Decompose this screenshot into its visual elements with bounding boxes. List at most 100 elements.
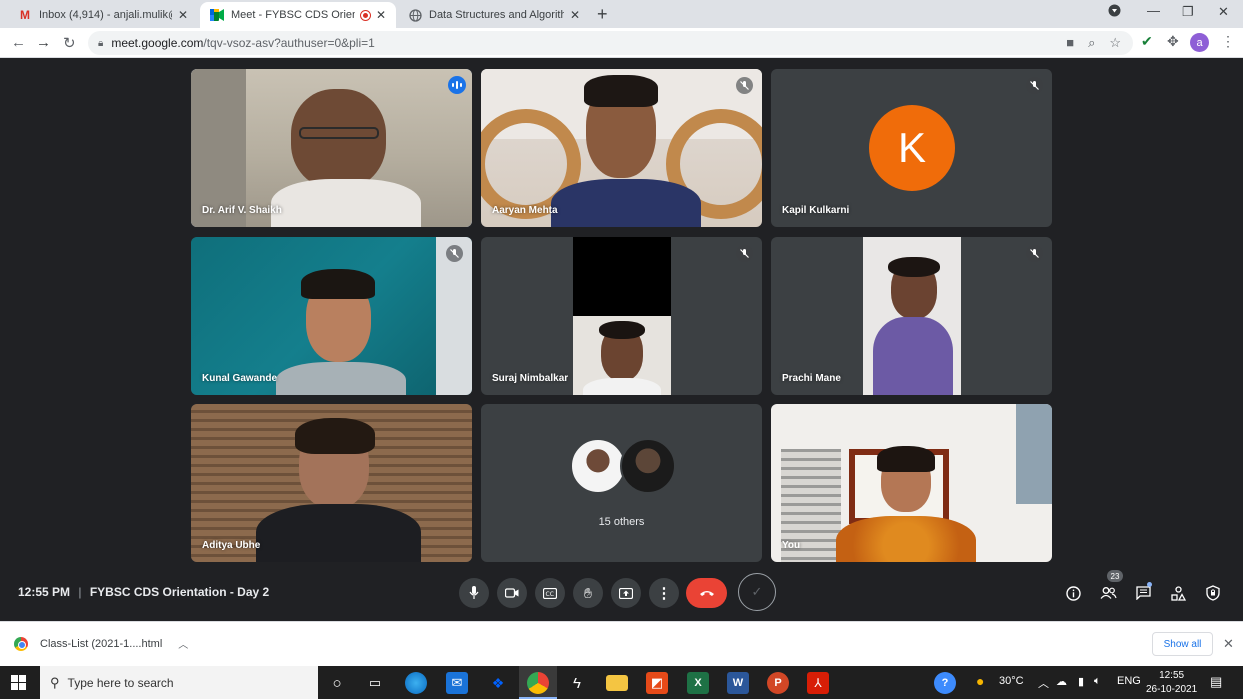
language-indicator[interactable]: ENG bbox=[1117, 675, 1141, 687]
participant-tile[interactable]: Aditya Ubhe bbox=[191, 404, 472, 562]
zoom-icon[interactable]: ⌕ bbox=[1088, 35, 1095, 51]
self-tile[interactable]: You bbox=[771, 404, 1052, 562]
participant-name: Aaryan Mehta bbox=[492, 205, 558, 216]
microphone-tray-icon[interactable]: ▮ bbox=[1078, 675, 1084, 688]
speaker-icon[interactable]: 🔈︎ bbox=[1094, 675, 1101, 688]
show-all-button[interactable]: Show all bbox=[1152, 632, 1213, 656]
windows-start-icon[interactable] bbox=[11, 675, 26, 690]
tab-gmail[interactable]: M Inbox (4,914) - anjali.mulik@sury ✕ bbox=[8, 2, 198, 28]
office-icon[interactable]: ◩ bbox=[646, 672, 668, 694]
weather-temperature[interactable]: 30°C bbox=[999, 675, 1024, 687]
microphone-button[interactable] bbox=[459, 578, 489, 608]
weather-sun-icon[interactable]: ● bbox=[976, 673, 984, 689]
more-options-button[interactable]: ⋮ bbox=[649, 578, 679, 608]
profile-avatar[interactable]: a bbox=[1190, 33, 1209, 52]
camera-icon bbox=[505, 588, 519, 598]
lock-icon: 🔒︎ bbox=[98, 37, 104, 49]
mic-off-icon bbox=[736, 77, 753, 94]
captions-button[interactable]: CC bbox=[535, 578, 565, 608]
tab-search-icon[interactable] bbox=[1108, 4, 1121, 20]
powerpoint-icon[interactable]: P bbox=[767, 672, 789, 694]
participant-tile[interactable]: Aaryan Mehta bbox=[481, 69, 762, 227]
participant-tile[interactable]: Suraj Nimbalkar bbox=[481, 237, 762, 395]
end-call-icon bbox=[699, 591, 714, 596]
chevron-up-icon[interactable]: ︿ bbox=[178, 636, 188, 651]
close-icon[interactable]: ✕ bbox=[376, 8, 386, 22]
close-icon[interactable]: ✕ bbox=[570, 8, 580, 22]
svg-text:CC: CC bbox=[546, 591, 554, 598]
camera-icon[interactable]: ■ bbox=[1066, 35, 1074, 51]
reload-icon[interactable]: ↻ bbox=[63, 34, 76, 52]
participant-tile[interactable]: Prachi Mane bbox=[771, 237, 1052, 395]
meeting-details-button[interactable] bbox=[1062, 582, 1084, 604]
participant-tile[interactable]: K Kapil Kulkarni bbox=[771, 69, 1052, 227]
meeting-info: 12:55 PM | FYBSC CDS Orientation - Day 2 bbox=[18, 585, 269, 599]
microphone-icon bbox=[469, 586, 479, 599]
tab-meet[interactable]: Meet - FYBSC CDS Orientatio ✕ bbox=[200, 2, 396, 28]
excel-icon[interactable]: X bbox=[687, 672, 709, 694]
video-feed bbox=[771, 404, 1052, 562]
more-vert-icon: ⋮ bbox=[656, 585, 672, 602]
camera-button[interactable] bbox=[497, 578, 527, 608]
word-icon[interactable]: W bbox=[727, 672, 749, 694]
notifications-icon[interactable]: ▤ bbox=[1210, 674, 1222, 690]
cortana-icon[interactable]: ○ bbox=[326, 672, 348, 694]
close-icon[interactable]: ✕ bbox=[178, 8, 188, 22]
tab-strip: M Inbox (4,914) - anjali.mulik@sury ✕ Me… bbox=[0, 0, 1243, 28]
checkmark-extension-icon[interactable]: ✔ bbox=[1141, 33, 1153, 50]
download-item[interactable]: Class-List (2021-1....html ︿ bbox=[14, 636, 188, 651]
meet-icon bbox=[210, 8, 224, 22]
bookmark-star-icon[interactable]: ☆ bbox=[1109, 35, 1121, 51]
extensions-puzzle-icon[interactable]: ✥ bbox=[1167, 33, 1179, 50]
video-feed bbox=[481, 69, 762, 227]
search-icon: ⚲ bbox=[50, 674, 60, 690]
participant-tile[interactable]: Kunal Gawande bbox=[191, 237, 472, 395]
others-count-label: 15 others bbox=[598, 516, 645, 528]
task-view-icon[interactable]: ▭ bbox=[364, 672, 386, 694]
participant-name: Kunal Gawande bbox=[202, 373, 278, 384]
mic-off-icon bbox=[736, 245, 753, 262]
chrome-file-icon bbox=[14, 636, 28, 651]
back-icon[interactable]: ← bbox=[11, 34, 26, 51]
people-button[interactable] bbox=[1097, 582, 1119, 604]
edge-icon[interactable] bbox=[405, 672, 427, 694]
leave-call-button[interactable] bbox=[686, 578, 727, 608]
url-host: meet.google.com bbox=[111, 36, 204, 50]
system-clock[interactable]: 12:55 26-10-2021 bbox=[1146, 669, 1197, 697]
activities-shapes-icon bbox=[1170, 585, 1186, 601]
gmail-icon: M bbox=[20, 8, 30, 22]
file-explorer-icon[interactable] bbox=[606, 675, 628, 691]
others-tile[interactable]: 15 others bbox=[481, 404, 762, 562]
url-field[interactable]: 🔒︎ meet.google.com /tqv-vsoz-asv?authuse… bbox=[88, 31, 1133, 55]
mail-icon[interactable]: ✉ bbox=[446, 672, 468, 694]
participant-name: You bbox=[782, 540, 801, 551]
help-icon[interactable]: ? bbox=[934, 672, 956, 694]
present-screen-button[interactable] bbox=[611, 578, 641, 608]
tab-dsa[interactable]: Data Structures and Algorithms I ✕ bbox=[398, 2, 590, 28]
mic-off-icon bbox=[1026, 245, 1043, 262]
restore-icon[interactable]: ❐ bbox=[1182, 4, 1194, 20]
menu-kebab-icon[interactable]: ⋮ bbox=[1221, 33, 1235, 50]
activities-button[interactable] bbox=[1167, 582, 1189, 604]
video-feed bbox=[191, 69, 472, 227]
network-icon[interactable]: ☁ bbox=[1056, 675, 1067, 688]
bolt-app-icon[interactable]: ϟ bbox=[566, 672, 588, 694]
checkmark-extension-button[interactable]: ✓ bbox=[738, 573, 776, 611]
chat-button[interactable] bbox=[1132, 582, 1154, 604]
minimize-icon[interactable]: — bbox=[1147, 3, 1160, 18]
info-icon bbox=[1065, 585, 1081, 601]
close-window-icon[interactable]: ✕ bbox=[1218, 4, 1229, 20]
chevron-up-icon[interactable]: ︿ bbox=[1038, 675, 1049, 691]
dropbox-icon[interactable]: ❖ bbox=[487, 672, 509, 694]
acrobat-icon[interactable]: ⅄ bbox=[807, 672, 829, 694]
raise-hand-button[interactable]: ✋︎ bbox=[573, 578, 603, 608]
host-controls-button[interactable] bbox=[1202, 582, 1224, 604]
forward-icon[interactable]: → bbox=[36, 34, 51, 51]
close-icon[interactable]: ✕ bbox=[1223, 636, 1234, 652]
chrome-icon[interactable] bbox=[527, 672, 549, 694]
participant-avatar: K bbox=[869, 105, 955, 191]
new-tab-button[interactable]: + bbox=[597, 4, 608, 25]
taskbar-search-field[interactable]: ⚲ Type here to search bbox=[40, 666, 318, 699]
participant-name: Kapil Kulkarni bbox=[782, 205, 850, 216]
participant-tile[interactable]: Dr. Arif V. Shaikh bbox=[191, 69, 472, 227]
